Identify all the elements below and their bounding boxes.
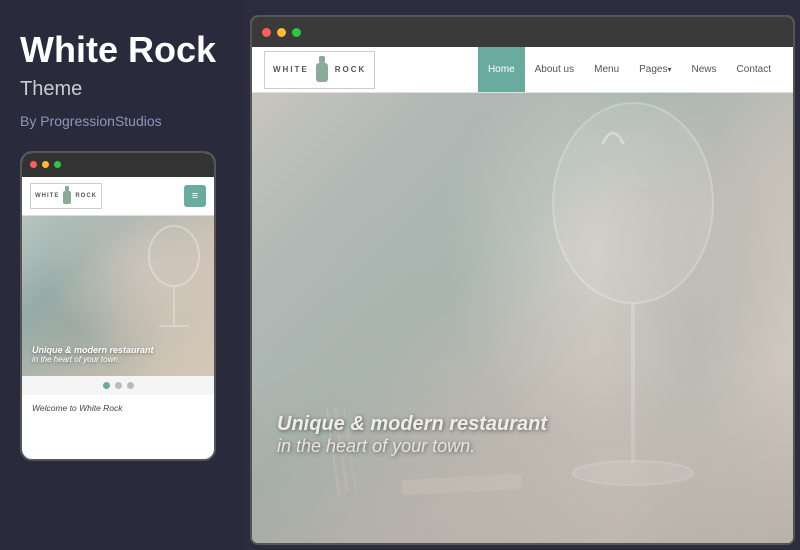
left-panel: White Rock Theme By ProgressionStudios W…: [0, 0, 245, 550]
desktop-mockup: WHITE ROCK Home About us Menu Pages News…: [250, 15, 795, 545]
desktop-nav-links: Home About us Menu Pages News Contact: [478, 47, 781, 92]
desktop-nav: WHITE ROCK Home About us Menu Pages News…: [252, 47, 793, 93]
desktop-logo-box: WHITE ROCK: [264, 51, 375, 89]
desktop-nav-home[interactable]: Home: [478, 47, 525, 92]
desktop-logo-area: WHITE ROCK: [264, 51, 375, 89]
theme-title-line1: White Rock: [20, 29, 216, 70]
mobile-indicator-1[interactable]: [103, 382, 110, 389]
theme-author: By ProgressionStudios: [20, 113, 225, 129]
mobile-indicator-3[interactable]: [127, 382, 134, 389]
mobile-welcome-text: Welcome to White Rock: [22, 395, 214, 421]
mobile-glass-decoration: [144, 221, 204, 351]
theme-title: White Rock: [20, 30, 225, 70]
desktop-nav-about[interactable]: About us: [525, 47, 584, 92]
desktop-nav-news[interactable]: News: [682, 47, 727, 92]
mobile-logo-rock: ROCK: [75, 193, 97, 199]
mobile-menu-button[interactable]: ≡: [184, 185, 206, 207]
mobile-hero-text: Unique & modern restaurant in the heart …: [32, 345, 154, 364]
theme-subtitle: Theme: [20, 78, 225, 101]
mobile-bottle-svg: [62, 186, 72, 206]
mobile-top-bar: [22, 153, 214, 177]
mobile-dot-red: [30, 161, 37, 168]
desktop-hero-line1: Unique & modern restaurant: [277, 413, 547, 436]
author-name: ProgressionStudios: [40, 113, 161, 129]
desktop-nav-contact[interactable]: Contact: [727, 47, 781, 92]
desktop-hero: Unique & modern restaurant in the heart …: [252, 93, 793, 545]
desktop-logo-white: WHITE: [273, 65, 309, 74]
desktop-dot-yellow: [277, 28, 286, 37]
mobile-logo-box: WHITE ROCK: [30, 183, 102, 209]
desktop-bottle-svg: [315, 56, 329, 84]
mobile-nav: WHITE ROCK ≡: [22, 177, 214, 216]
mobile-dot-green: [54, 161, 61, 168]
mobile-logo-white: WHITE: [35, 193, 59, 199]
mobile-dots-bar: [22, 376, 214, 395]
desktop-nav-menu[interactable]: Menu: [584, 47, 629, 92]
desktop-hero-text: Unique & modern restaurant in the heart …: [277, 413, 547, 457]
mobile-glass-svg: [144, 221, 204, 351]
desktop-dot-red: [262, 28, 271, 37]
mobile-hero-line2: in the heart of your town.: [32, 355, 154, 364]
desktop-dot-green: [292, 28, 301, 37]
desktop-top-bar: [252, 17, 793, 47]
mobile-indicator-2[interactable]: [115, 382, 122, 389]
desktop-hero-line2: in the heart of your town.: [277, 436, 547, 457]
mobile-hero: Unique & modern restaurant in the heart …: [22, 216, 214, 376]
mobile-dot-yellow: [42, 161, 49, 168]
mobile-hero-line1: Unique & modern restaurant: [32, 345, 154, 355]
desktop-nav-pages[interactable]: Pages: [629, 47, 681, 92]
desktop-logo-rock: ROCK: [335, 65, 367, 74]
mobile-logo-area: WHITE ROCK: [30, 183, 102, 209]
by-label: By: [20, 113, 36, 129]
mobile-mockup: WHITE ROCK ≡ Un: [20, 151, 216, 461]
